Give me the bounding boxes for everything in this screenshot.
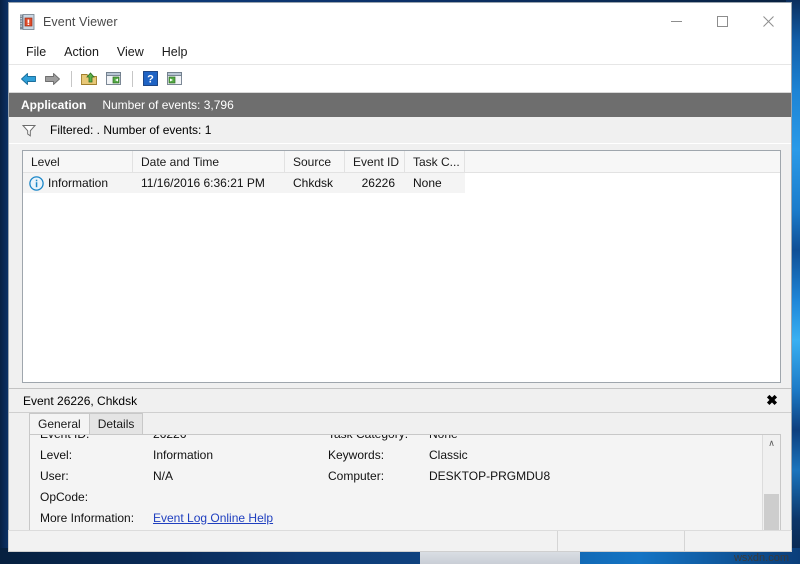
cell-date-and-time: 11/16/2016 6:36:21 PM [141, 176, 265, 190]
filter-bar[interactable]: Filtered: . Number of events: 1 [9, 117, 791, 144]
title-bar[interactable]: Event Viewer [9, 3, 791, 40]
status-bar-pane-2 [558, 531, 685, 551]
detail-label-user: User: [40, 468, 69, 483]
back-button[interactable] [17, 68, 39, 90]
window-controls [653, 3, 791, 40]
scrollbar-thumb[interactable] [764, 494, 779, 534]
column-header-filler [465, 151, 780, 172]
detail-field-grid: Event ID: 26226 Task Category: None Leve… [30, 435, 762, 542]
toolbar: ? [9, 65, 791, 93]
content-area: Application Number of events: 3,796 Filt… [9, 93, 791, 549]
detail-value-computer: DESKTOP-PRGMDU8 [429, 468, 551, 483]
tab-general[interactable]: General [29, 413, 90, 434]
cell-filler [465, 173, 780, 193]
detail-value-user: N/A [153, 468, 174, 483]
column-header-level[interactable]: Level [23, 151, 133, 172]
properties-button[interactable] [102, 68, 124, 90]
minimize-button[interactable] [653, 3, 699, 40]
detail-label-event-id: Event ID: [40, 435, 153, 441]
detail-pane-header: Event 26226, Chkdsk ✖ [9, 389, 791, 413]
event-log-online-help-link[interactable]: Event Log Online Help [153, 511, 762, 525]
menu-item-file[interactable]: File [17, 42, 55, 62]
detail-pane-body: Event ID: 26226 Task Category: None Leve… [29, 434, 781, 543]
cell-level: Information [23, 173, 133, 193]
detail-value-level: Information [153, 447, 214, 462]
cell-source: Chkdsk [293, 176, 334, 190]
cell-level-text: Information [48, 176, 109, 190]
column-header-source[interactable]: Source [285, 151, 345, 172]
detail-value-task-category: None [429, 435, 762, 441]
table-row[interactable]: Information 11/16/2016 6:36:21 PM Chkdsk… [23, 173, 780, 193]
filter-status-text: Filtered: . Number of events: 1 [50, 123, 212, 137]
detail-row-more-information: More Information: Event Log Online Help [40, 507, 762, 528]
detail-label-more-information: More Information: [40, 510, 135, 525]
column-header-event-id[interactable]: Event ID [345, 151, 405, 172]
event-list-header: Level Date and Time Source Event ID Task… [23, 151, 780, 173]
column-header-task-category[interactable]: Task C... [405, 151, 465, 172]
menu-item-action[interactable]: Action [55, 42, 108, 62]
event-list-body: Information 11/16/2016 6:36:21 PM Chkdsk… [23, 173, 780, 382]
detail-row-event-id: Event ID: 26226 Task Category: None [40, 435, 762, 444]
detail-row-opcode: OpCode: [40, 486, 762, 507]
open-saved-log-button[interactable] [78, 68, 100, 90]
detail-pane-close-icon[interactable]: ✖ [763, 391, 781, 409]
cell-task-category: None [413, 176, 442, 190]
log-header-bar: Application Number of events: 3,796 [9, 93, 791, 117]
detail-label-keywords: Keywords: [328, 447, 385, 462]
menu-item-help[interactable]: Help [153, 42, 197, 62]
detail-label-computer: Computer: [328, 468, 385, 483]
detail-pane-title: Event 26226, Chkdsk [23, 393, 138, 408]
detail-value-event-id: 26226 [153, 435, 328, 441]
menu-item-view[interactable]: View [108, 42, 153, 62]
event-viewer-icon [19, 13, 35, 30]
status-bar-pane-1 [9, 531, 558, 551]
detail-label-level: Level: [40, 447, 73, 462]
detail-label-task-category: Task Category: [328, 435, 429, 441]
watermark-text: wsxdn.com [733, 552, 789, 564]
log-event-count: Number of events: 3,796 [102, 98, 234, 112]
column-header-date-and-time[interactable]: Date and Time [133, 151, 285, 172]
information-icon [29, 175, 44, 191]
detail-row-user: User: N/A Computer: DESKTOP-PRGMDU8 [40, 465, 762, 486]
tab-details[interactable]: Details [88, 413, 144, 434]
close-button[interactable] [745, 3, 791, 40]
svg-text:?: ? [147, 74, 154, 86]
event-detail-pane: Event 26226, Chkdsk ✖ General Details Ev… [9, 388, 791, 549]
cell-event-id: 26226 [361, 176, 395, 190]
window-title: Event Viewer [43, 14, 118, 29]
status-bar: wsxdn.com [8, 530, 792, 564]
forward-button[interactable] [41, 68, 63, 90]
scroll-up-icon[interactable]: ∧ [763, 435, 780, 452]
toolbar-separator-2 [132, 70, 133, 87]
event-viewer-window: Event Viewer File Action View Help ? App… [8, 2, 792, 550]
event-list: Level Date and Time Source Event ID Task… [22, 150, 781, 383]
funnel-icon [22, 124, 36, 137]
detail-label-opcode: OpCode: [40, 489, 89, 504]
help-button[interactable]: ? [139, 68, 161, 90]
detail-scrollbar[interactable]: ∧ ∨ [762, 435, 780, 542]
scrollbar-track[interactable] [763, 452, 780, 534]
status-bar-pane-3: wsxdn.com [685, 531, 791, 564]
detail-value-keywords: Classic [429, 447, 468, 462]
menu-bar: File Action View Help [9, 40, 791, 65]
detail-tab-strip: General Details [9, 413, 791, 434]
toolbar-separator [71, 70, 72, 87]
detail-row-level: Level: Information Keywords: Classic [40, 444, 762, 465]
log-name: Application [21, 98, 87, 112]
show-hide-console-tree-button[interactable] [163, 68, 185, 90]
maximize-button[interactable] [699, 3, 745, 40]
